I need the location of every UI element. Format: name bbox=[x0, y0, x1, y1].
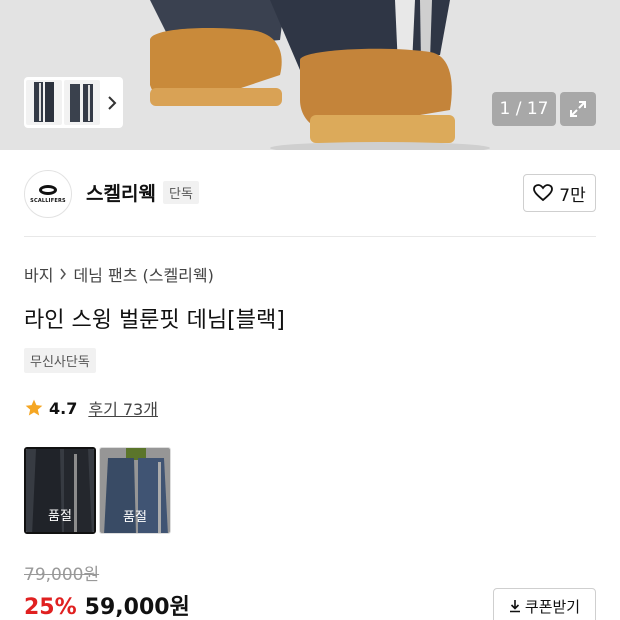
gallery-thumbnail-strip[interactable] bbox=[24, 77, 123, 128]
breadcrumb-item[interactable]: 데님 팬츠 (스켈리웩) bbox=[73, 262, 213, 286]
variant-thumbnail-blue[interactable]: 품절 bbox=[99, 447, 171, 534]
expand-icon[interactable] bbox=[560, 92, 596, 126]
brand-row: SCALLIFERS 스켈리웩 단독 7만 bbox=[0, 152, 620, 236]
reviews-link[interactable]: 후기 73개 bbox=[88, 396, 158, 420]
gallery-counter: 1 / 17 bbox=[492, 92, 556, 126]
sale-price-row: 25% 59,000원 bbox=[24, 589, 190, 620]
coupon-label: 쿠폰받기 bbox=[524, 597, 581, 616]
download-icon bbox=[509, 600, 520, 613]
star-icon bbox=[25, 399, 43, 416]
variant-thumbnail-black[interactable]: 품절 bbox=[24, 447, 96, 534]
sale-price: 59,000원 bbox=[84, 595, 190, 620]
soldout-label: 품절 bbox=[100, 448, 170, 533]
chevron-right-icon bbox=[59, 265, 67, 284]
original-price: 79,000원 bbox=[24, 565, 100, 585]
discount-rate: 25% bbox=[24, 595, 77, 620]
brand-logo[interactable]: SCALLIFERS bbox=[24, 170, 72, 218]
product-title: 라인 스윙 벌룬핏 데님[블랙] bbox=[24, 308, 285, 333]
chevron-right-icon[interactable] bbox=[102, 80, 122, 125]
rating: 4.7 후기 73개 bbox=[24, 396, 158, 420]
gallery-thumbnail[interactable] bbox=[64, 80, 100, 125]
heart-icon bbox=[533, 184, 554, 202]
breadcrumb-item[interactable]: 바지 bbox=[24, 262, 53, 286]
rating-score: 4.7 bbox=[49, 398, 78, 418]
brand-name[interactable]: 스켈리웩 bbox=[86, 179, 156, 206]
product-hero-image[interactable]: 1 / 17 bbox=[0, 0, 620, 150]
brand-exclusive-badge: 단독 bbox=[163, 181, 199, 204]
soldout-label: 품절 bbox=[26, 449, 94, 532]
exclusive-badge: 무신사단독 bbox=[24, 348, 96, 373]
gallery-thumbnail[interactable] bbox=[26, 80, 62, 125]
like-button[interactable]: 7만 bbox=[523, 174, 596, 212]
like-count: 7만 bbox=[559, 185, 586, 206]
coupon-button[interactable]: 쿠폰받기 bbox=[493, 588, 596, 620]
divider bbox=[24, 236, 596, 237]
breadcrumb: 바지 데님 팬츠 (스켈리웩) bbox=[24, 262, 214, 286]
